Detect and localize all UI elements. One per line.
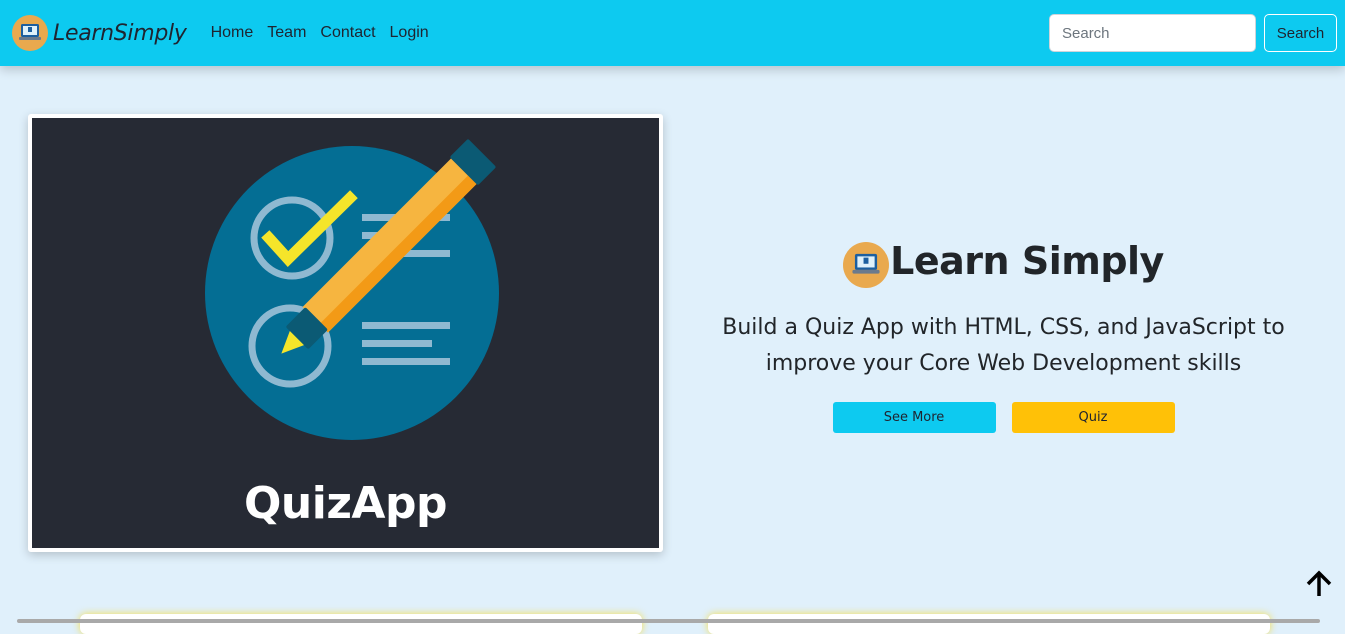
nav-links: Home Team Contact Login [211, 24, 443, 42]
laptop-logo-icon [12, 15, 48, 51]
brand-name: LearnSimply [53, 20, 187, 46]
hero-content: Learn Simply Build a Quiz App with HTML,… [700, 234, 1307, 433]
course-card [708, 614, 1270, 634]
nav-link-team[interactable]: Team [267, 24, 306, 42]
hero-heading: Learn Simply [700, 234, 1307, 288]
hero-buttons: See More Quiz [700, 402, 1307, 433]
search-input[interactable] [1049, 14, 1256, 52]
hero-description: Build a Quiz App with HTML, CSS, and Jav… [722, 315, 1285, 376]
nav-link-login[interactable]: Login [390, 24, 429, 42]
scroll-top-button[interactable] [1304, 569, 1334, 599]
hero-image-card: QuizApp [28, 114, 663, 552]
search-button[interactable]: Search [1264, 14, 1337, 52]
see-more-button[interactable]: See More [832, 402, 996, 433]
quiz-app-banner: QuizApp [32, 118, 659, 548]
course-card [80, 614, 642, 634]
laptop-logo-icon [843, 242, 890, 288]
hero-title: Learn Simply [890, 239, 1164, 283]
brand[interactable]: LearnSimply [12, 15, 187, 51]
quiz-button[interactable]: Quiz [1011, 402, 1175, 433]
nav-link-contact[interactable]: Contact [320, 24, 375, 42]
nav-link-home[interactable]: Home [211, 24, 254, 42]
search-form: Search [1049, 14, 1337, 52]
navbar: LearnSimply Home Team Contact Login Sear… [0, 0, 1345, 66]
arrow-up-icon [1306, 570, 1332, 596]
quiz-app-title: QuizApp [244, 478, 447, 529]
horizontal-scrollbar[interactable] [17, 619, 1320, 623]
